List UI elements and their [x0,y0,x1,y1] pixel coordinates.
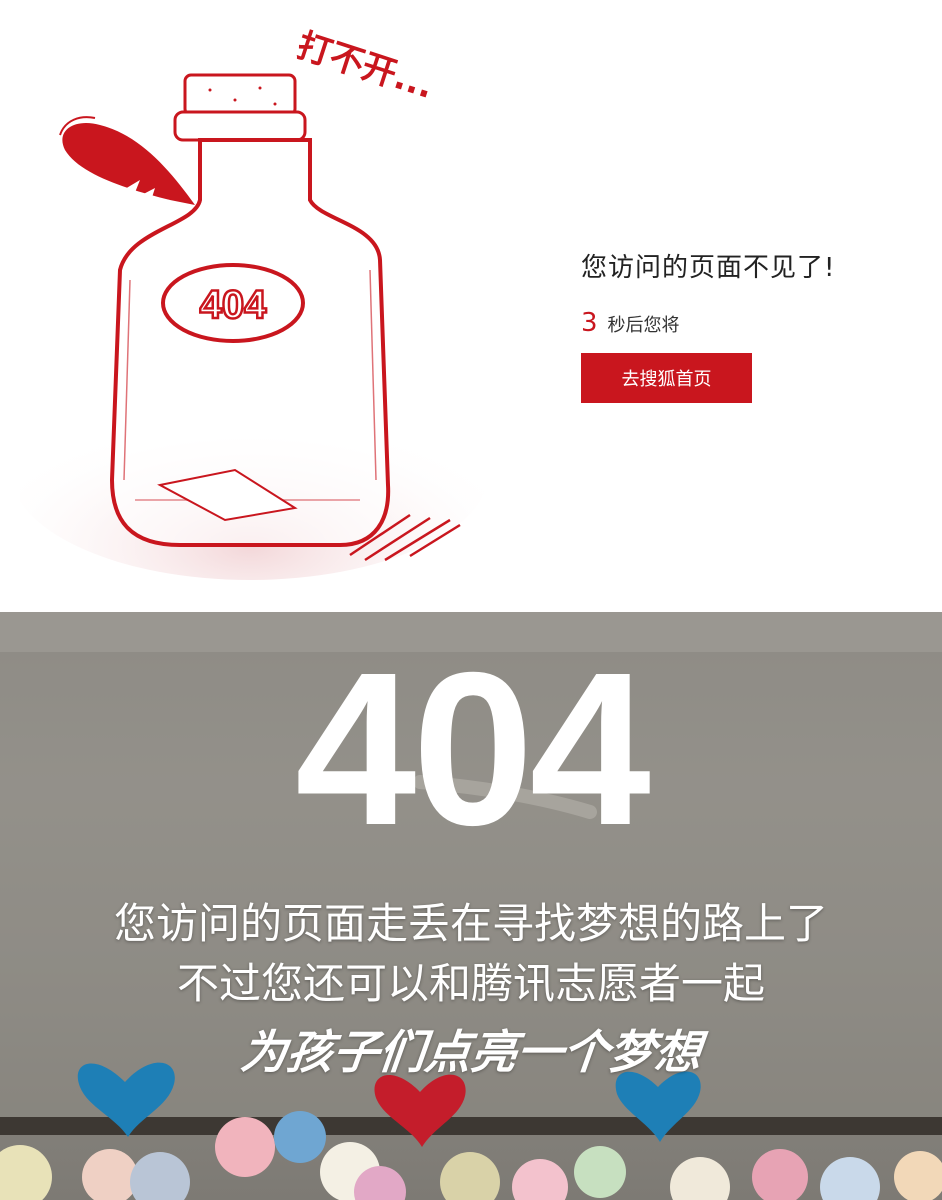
bottle-caption: 打不开... [292,26,438,108]
page-title: 您访问的页面不见了! [581,253,836,283]
countdown-line: 3 秒后您将 [581,310,921,337]
panel-divider [0,585,942,612]
caption-line-3: 为孩子们点亮一个梦想 [238,1025,704,1079]
caption-line-1: 您访问的页面走丢在寻找梦想的路上了 [113,899,828,948]
tencent-volunteer-404-panel: 404 您访问的页面走丢在寻找梦想的路上了 不过您还可以和腾讯志愿者一起 为孩子… [0,612,942,1200]
sohu-404-panel: 404 打不开... 您访问的页面不见了! 3 秒后您将 去搜狐首页 [0,0,942,585]
countdown-number: 3 [581,308,598,338]
error-code-heading: 404 [295,628,651,871]
fox-tail-bottle-illustration: 404 打不开... [20,26,490,580]
countdown-text: 秒后您将 [607,315,680,336]
caption-line-2: 不过您还可以和腾讯志愿者一起 [176,959,765,1008]
cork-icon [173,73,307,142]
bottle-label-text: 404 [200,283,267,327]
info-block: 您访问的页面不见了! 3 秒后您将 去搜狐首页 [581,250,921,403]
go-sohu-home-button[interactable]: 去搜狐首页 [581,353,752,403]
